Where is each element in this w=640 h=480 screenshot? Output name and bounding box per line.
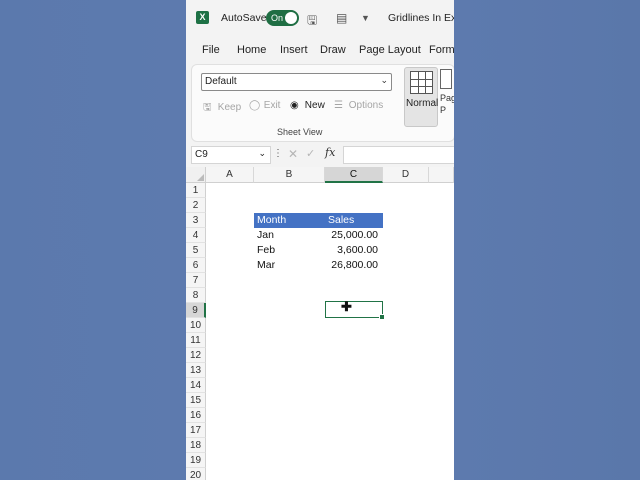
layout-icon[interactable]: ▤ bbox=[336, 11, 347, 25]
row-header-6[interactable]: 6 bbox=[186, 258, 206, 273]
sheet-view-select[interactable]: Default ⌄ bbox=[201, 73, 392, 91]
row-header-18[interactable]: 18 bbox=[186, 438, 206, 453]
more-icon[interactable]: ⋮ bbox=[273, 148, 283, 159]
cell-c5[interactable]: 3,600.00 bbox=[325, 243, 383, 258]
excel-logo-icon: X bbox=[196, 11, 209, 24]
row-header-3[interactable]: 3 bbox=[186, 213, 206, 228]
tab-home[interactable]: Home bbox=[237, 44, 266, 56]
row-header-13[interactable]: 13 bbox=[186, 363, 206, 378]
ribbon-panel: Default ⌄ 🖫 Keep ◯ Exit ◉ New ☰ Options … bbox=[191, 64, 454, 142]
toggle-knob bbox=[285, 12, 297, 24]
background-left bbox=[0, 0, 186, 480]
formula-bar: C9 ⌄ ⋮ ✕ ✓ fx bbox=[186, 146, 454, 164]
exit-label: Exit bbox=[263, 100, 281, 111]
autosave-toggle[interactable]: On bbox=[266, 10, 299, 26]
background-right bbox=[454, 0, 640, 480]
fill-handle[interactable] bbox=[379, 314, 385, 320]
column-header-e[interactable] bbox=[429, 167, 454, 183]
row-header-10[interactable]: 10 bbox=[186, 318, 206, 333]
customize-dropdown-icon[interactable]: ▼ bbox=[361, 13, 370, 23]
new-button[interactable]: ◉ New bbox=[290, 100, 325, 111]
row-header-14[interactable]: 14 bbox=[186, 378, 206, 393]
row-header-17[interactable]: 17 bbox=[186, 423, 206, 438]
options-button[interactable]: ☰ Options bbox=[334, 100, 383, 111]
cell-b3-month-header[interactable]: Month bbox=[254, 213, 325, 228]
row-header-5[interactable]: 5 bbox=[186, 243, 206, 258]
tab-file[interactable]: File bbox=[202, 44, 220, 56]
row-header-20[interactable]: 20 bbox=[186, 468, 206, 480]
page-icon bbox=[440, 69, 452, 89]
sheet-view-value: Default bbox=[205, 76, 237, 87]
insert-function-icon[interactable]: fx bbox=[325, 146, 335, 159]
cell-b6[interactable]: Mar bbox=[254, 258, 325, 273]
keep-button[interactable]: 🖫 Keep bbox=[203, 100, 241, 117]
keep-label: Keep bbox=[217, 102, 242, 113]
page-break-preview-button[interactable]: Pag P bbox=[440, 69, 454, 116]
check-icon[interactable]: ✓ bbox=[306, 147, 315, 160]
chevron-down-icon: ⌄ bbox=[380, 75, 388, 85]
column-header-c[interactable]: C bbox=[325, 167, 383, 183]
autosave-label: AutoSave bbox=[221, 12, 267, 24]
exit-button[interactable]: ◯ Exit bbox=[249, 100, 280, 111]
row-header-16[interactable]: 16 bbox=[186, 408, 206, 423]
excel-window: X AutoSave On 🖫 ▤ ▼ Gridlines In Exce Fi… bbox=[186, 0, 454, 480]
active-cell-c9[interactable] bbox=[325, 301, 385, 320]
tab-draw[interactable]: Draw bbox=[320, 44, 346, 56]
tab-insert[interactable]: Insert bbox=[280, 44, 308, 56]
column-header-d[interactable]: D bbox=[383, 167, 429, 183]
new-label: New bbox=[304, 100, 325, 111]
save-icon: 🖫 bbox=[203, 102, 212, 113]
title-bar: X AutoSave On 🖫 ▤ ▼ Gridlines In Exce bbox=[186, 0, 454, 36]
name-box-value: C9 bbox=[195, 149, 208, 160]
cell-cursor-icon: ✚ bbox=[341, 299, 352, 314]
name-box[interactable]: C9 ⌄ bbox=[191, 146, 271, 164]
spreadsheet-grid[interactable]: A B C D 1 2 3 4 5 6 7 8 9 10 11 12 13 14… bbox=[186, 167, 454, 480]
cell-c3-sales-header[interactable]: Sales bbox=[325, 213, 383, 228]
page-break-label-1: Pag bbox=[440, 93, 454, 103]
row-header-19[interactable]: 19 bbox=[186, 453, 206, 468]
row-header-1[interactable]: 1 bbox=[186, 183, 206, 198]
tab-formulas[interactable]: Form bbox=[429, 44, 454, 56]
row-header-15[interactable]: 15 bbox=[186, 393, 206, 408]
normal-label: Normal bbox=[406, 98, 439, 109]
eye-icon: ◉ bbox=[290, 100, 299, 111]
row-header-4[interactable]: 4 bbox=[186, 228, 206, 243]
row-header-9[interactable]: 9 bbox=[186, 303, 206, 318]
select-all-button[interactable] bbox=[186, 167, 206, 183]
chevron-down-icon: ⌄ bbox=[258, 148, 266, 158]
cell-c6[interactable]: 26,800.00 bbox=[325, 258, 383, 273]
cell-b4[interactable]: Jan bbox=[254, 228, 325, 243]
row-header-2[interactable]: 2 bbox=[186, 198, 206, 213]
exit-icon: ◯ bbox=[249, 100, 261, 111]
tab-page-layout[interactable]: Page Layout bbox=[359, 44, 421, 56]
row-header-12[interactable]: 12 bbox=[186, 348, 206, 363]
row-header-11[interactable]: 11 bbox=[186, 333, 206, 348]
options-label: Options bbox=[348, 100, 384, 111]
grid-icon bbox=[410, 71, 433, 94]
list-icon: ☰ bbox=[334, 100, 343, 111]
formula-input[interactable] bbox=[343, 146, 454, 164]
cell-b5[interactable]: Feb bbox=[254, 243, 325, 258]
select-all-icon bbox=[197, 174, 204, 181]
document-title: Gridlines In Exce bbox=[388, 12, 454, 24]
row-header-8[interactable]: 8 bbox=[186, 288, 206, 303]
cancel-icon[interactable]: ✕ bbox=[288, 147, 298, 161]
normal-view-button[interactable]: Normal bbox=[404, 67, 438, 127]
ribbon-tabs: File Home Insert Draw Page Layout Form bbox=[186, 40, 454, 62]
row-header-7[interactable]: 7 bbox=[186, 273, 206, 288]
save-icon[interactable]: 🖫 bbox=[307, 11, 317, 32]
column-header-a[interactable]: A bbox=[206, 167, 254, 183]
column-header-b[interactable]: B bbox=[254, 167, 325, 183]
page-break-label-2: P bbox=[440, 105, 447, 115]
autosave-toggle-label: On bbox=[271, 13, 284, 23]
cell-c4[interactable]: 25,000.00 bbox=[325, 228, 383, 243]
sheet-view-group-label: Sheet View bbox=[277, 127, 323, 137]
